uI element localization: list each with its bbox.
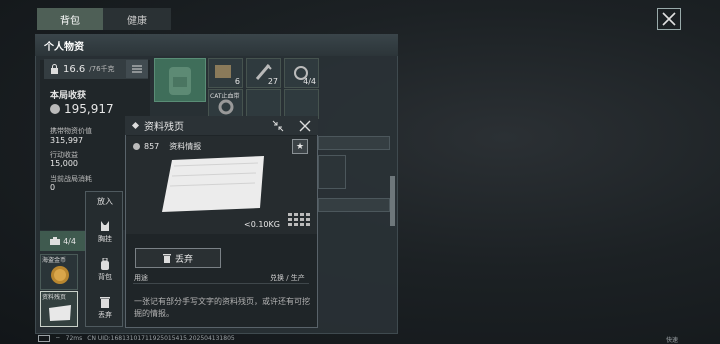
close-icon [299,120,311,132]
price-value: 857 [144,142,160,151]
grid-size-icon [288,213,310,226]
use-label: 用途 [134,274,148,282]
ping-value: 72ms [65,335,83,342]
discard-menu-button[interactable]: 丢弃 [86,296,124,326]
list-view-button[interactable] [126,60,148,78]
battle-cost: 0 [50,183,56,192]
quick-tag: 快速 [666,337,679,344]
tourniquet-label: CAT止血带 [210,93,240,100]
action-income: 15,000 [50,159,78,168]
pouch-header[interactable]: 4/4 [40,231,86,251]
item-slot-empty[interactable] [246,89,281,119]
pouch-count: 4/4 [63,236,76,246]
divider [133,283,309,284]
item-count: 6 [234,77,240,86]
list-icon [132,65,142,73]
status-footer: ⌔ 72ms CN UID:16813101711925015415.20250… [38,333,235,344]
use-value: 兑换 / 生产 [270,274,305,282]
chest-rig-icon [101,221,109,231]
item-price: 857 资料情报 [133,141,201,152]
item-count: 4/4 [303,77,316,86]
battle-cost-label: 当前战局消耗 [50,175,92,183]
item-slot-empty[interactable] [284,89,319,119]
favorite-button[interactable]: ★ [292,139,308,154]
item-count: 27 [267,77,278,86]
trash-icon [162,253,171,263]
weight-max: /76千克 [89,65,115,73]
coin-icon [50,104,60,114]
move-to-chest-rig-button[interactable]: 胸挂 [86,220,124,250]
item-slot-ammo-box[interactable]: 6 [208,58,243,88]
tab-health[interactable]: 健康 [103,8,171,30]
collapse-button[interactable] [270,118,286,134]
item-weight: <0.10KG [244,220,280,229]
popup-header: 资料残页 [125,116,318,135]
popup-title: 资料残页 [144,122,184,133]
item-slot-coin[interactable]: 海盗金币 [40,254,78,290]
close-button[interactable] [657,8,681,30]
move-to-backpack-button[interactable]: 背包 [86,257,124,288]
paper-icon [49,305,71,321]
coin-item-label: 海盗金币 [42,257,67,264]
scrollbar-thumb[interactable] [390,176,395,226]
equipment-slot[interactable] [318,155,346,189]
backpack-item-slot[interactable] [154,58,206,102]
tab-backpack[interactable]: 背包 [37,8,103,30]
discard-label: 丢弃 [174,254,193,265]
carry-value-label: 携带物资价值 [50,127,92,135]
backpack-label: 背包 [98,273,112,281]
user-uid: CN UID:16813101711925015415.202504131805 [87,335,235,342]
collapse-icon [272,120,284,132]
context-menu: 放入 胸挂 背包 丢弃 [85,191,123,327]
round-income-label: 本局收获 [50,91,87,101]
backpack-icon [169,67,191,95]
gold-coin-icon [51,266,69,284]
coin-icon [133,143,140,150]
carry-value: 315,997 [50,136,84,145]
document-page-icon [162,156,264,212]
backpack-small-icon [101,257,109,270]
item-description: 一张记有部分手写文字的资料残页，或许还有可挖掘的情报。 [134,297,310,318]
panel-title: 个人物资 [35,34,398,56]
context-menu-header: 放入 [97,197,113,206]
trash-icon [100,297,110,308]
item-slot-tourniquet[interactable]: CAT止血带 [208,89,243,119]
round-income-value: 195,917 [64,102,114,116]
weight-lock-icon [51,64,58,74]
chest-rig-label: 胸挂 [98,235,112,243]
round-income: 195,917 [50,102,114,116]
discard-menu-label: 丢弃 [98,311,112,319]
weight-current: 16.6 [63,63,86,75]
item-slot-medkit[interactable]: 27 [246,58,281,88]
popup-close-button[interactable] [297,118,313,134]
close-icon [662,12,676,26]
case-icon [50,237,61,245]
document-item-label: 资料残页 [42,294,67,301]
discard-button[interactable]: 丢弃 [135,248,221,268]
equipment-slot[interactable] [318,198,390,212]
wifi-icon: ⌔ [55,335,61,343]
item-slot-document[interactable]: 资料残页 [40,291,78,327]
star-icon: ★ [295,141,305,152]
item-slot-grenade[interactable]: 4/4 [284,58,319,88]
diamond-icon [131,121,140,130]
battery-icon [38,335,50,342]
item-category: 资料情报 [169,142,202,151]
equipment-slot[interactable] [318,136,390,150]
